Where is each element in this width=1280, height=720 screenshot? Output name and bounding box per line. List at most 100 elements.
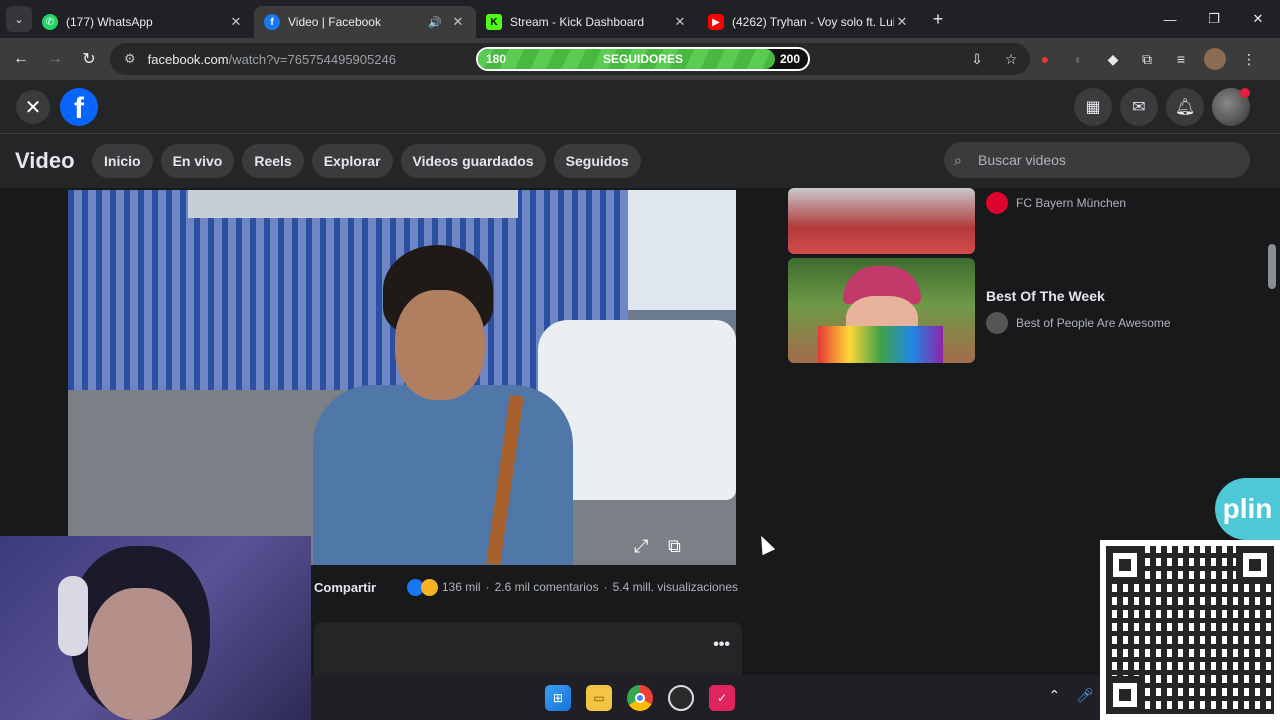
video-person-jacket	[313, 385, 573, 565]
tab-en-vivo[interactable]: En vivo	[160, 144, 235, 178]
extensions-puzzle-icon[interactable]: ⧉	[1136, 48, 1158, 70]
recommended-video[interactable]: Best Of The Week Best of People Are Awes…	[788, 258, 1171, 363]
site-info-icon[interactable]: ⚙	[124, 51, 136, 67]
separator-dot: ·	[485, 580, 490, 594]
reload-icon[interactable]: ↻	[72, 49, 106, 69]
goal-target: 200	[779, 52, 800, 66]
channel-link[interactable]: FC Bayern München	[986, 192, 1126, 214]
tab-explorar[interactable]: Explorar	[311, 144, 393, 178]
video-person	[313, 245, 573, 565]
page-scrollbar[interactable]	[1268, 244, 1276, 289]
tab-title: Stream - Kick Dashboard	[510, 15, 645, 29]
qr-finder-pattern	[1106, 676, 1144, 714]
facebook-logo-icon[interactable]: f	[60, 88, 98, 126]
search-placeholder: Buscar videos	[978, 152, 1066, 168]
extension-gray-icon[interactable]: ◐	[1068, 48, 1090, 70]
chrome-icon[interactable]	[627, 685, 653, 711]
channel-link[interactable]: Best of People Are Awesome	[986, 312, 1171, 334]
thumb-rainbow-shirt	[818, 326, 943, 363]
close-icon[interactable]: ✕	[894, 14, 910, 30]
page-title: Video	[15, 148, 75, 173]
recommended-video[interactable]: FC Bayern München	[788, 178, 1126, 254]
tab-seguidos[interactable]: Seguidos	[553, 144, 641, 178]
video-search-input[interactable]: ⌕ Buscar videos	[944, 142, 1250, 178]
plin-logo: plin	[1215, 478, 1280, 540]
video-title[interactable]: Best Of The Week	[986, 288, 1171, 304]
close-window-icon[interactable]: ✕	[1236, 11, 1280, 27]
tab-title: (4262) Tryhan - Voy solo ft. Luis	[732, 15, 894, 29]
browser-toolbar-icons: ⇩ ☆ ● ◐ ◆ ⧉ ≡ ⋮	[966, 48, 1260, 70]
video-building	[188, 190, 518, 218]
menu-kebab-icon[interactable]: ⋮	[1238, 48, 1260, 70]
extension-red-icon[interactable]: ●	[1034, 48, 1056, 70]
tab-whatsapp[interactable]: ✆ (177) WhatsApp ✕	[32, 6, 254, 38]
channel-avatar-icon	[986, 312, 1008, 334]
profile-avatar-icon[interactable]	[1204, 48, 1226, 70]
comment-count[interactable]: 2.6 mil comentarios	[495, 580, 599, 594]
qr-finder-pattern	[1236, 546, 1274, 584]
app-red-icon[interactable]: ✓	[709, 685, 735, 711]
separator-dot: ·	[603, 580, 608, 594]
tab-youtube[interactable]: ▶ (4262) Tryhan - Voy solo ft. Luis ✕	[698, 6, 920, 38]
file-explorer-icon[interactable]: ▭	[586, 685, 612, 711]
tab-facebook[interactable]: f Video | Facebook 🔊 ✕	[254, 6, 476, 38]
video-player[interactable]: ⤢ ⧉	[68, 190, 736, 565]
tab-reels[interactable]: Reels	[242, 144, 304, 178]
video-thumbnail[interactable]	[788, 188, 975, 254]
minimize-icon[interactable]: —	[1148, 12, 1192, 27]
youtube-icon: ▶	[708, 14, 724, 30]
reaction-count[interactable]: 136 mil	[442, 580, 481, 594]
video-stats-bar: Compartir 136 mil · 2.6 mil comentarios …	[314, 576, 738, 598]
chrome-center	[635, 693, 645, 703]
tab-title: Video | Facebook	[288, 15, 381, 29]
messenger-icon[interactable]: ✉	[1120, 88, 1158, 126]
install-app-icon[interactable]: ⇩	[966, 48, 988, 70]
whatsapp-icon: ✆	[42, 14, 58, 30]
back-arrow-icon[interactable]: ←	[4, 50, 38, 68]
tab-search-button[interactable]: ⌄	[6, 6, 32, 32]
video-person-face	[395, 290, 485, 400]
microphone-icon[interactable]: 🎤︎	[1076, 687, 1094, 704]
restore-icon[interactable]: ❐	[1192, 11, 1236, 27]
tab-videos-guardados[interactable]: Videos guardados	[400, 144, 546, 178]
new-tab-plus-icon[interactable]: +	[926, 9, 950, 30]
webcam-overlay	[0, 536, 311, 720]
more-options-icon[interactable]: •••	[713, 636, 730, 654]
picture-in-picture-icon[interactable]: ⧉	[668, 536, 681, 557]
notifications-bell-icon[interactable]: 🔔︎	[1166, 88, 1204, 126]
forward-arrow-icon[interactable]: →	[38, 50, 72, 68]
channel-name: FC Bayern München	[1016, 196, 1127, 210]
header-actions: ▦ ✉ 🔔︎	[1074, 88, 1250, 126]
facebook-icon: f	[264, 14, 280, 30]
haha-reaction-icon	[420, 578, 438, 596]
windows-taskbar: ⊞ ▭ ✓ ⌃ 🎤︎	[311, 675, 1100, 720]
fullscreen-icon[interactable]: ⤢	[634, 536, 648, 557]
view-count: 5.4 mill. visualizaciones	[612, 580, 738, 594]
close-icon[interactable]: ✕	[16, 90, 50, 124]
post-card: •••	[314, 622, 742, 678]
tab-inicio[interactable]: Inicio	[92, 144, 153, 178]
close-icon[interactable]: ✕	[450, 14, 466, 30]
followers-goal-bar: 180 SEGUIDORES 200	[476, 47, 810, 71]
account-avatar[interactable]	[1212, 88, 1250, 126]
tab-kick[interactable]: K Stream - Kick Dashboard ✕	[476, 6, 698, 38]
search-icon: ⌕	[954, 151, 962, 168]
close-icon[interactable]: ✕	[672, 14, 688, 30]
share-button[interactable]: Compartir	[314, 580, 376, 595]
reaction-icons[interactable]	[406, 578, 438, 596]
bayern-logo-icon	[986, 192, 1008, 214]
media-queue-icon[interactable]: ≡	[1170, 48, 1192, 70]
menu-grid-icon[interactable]: ▦	[1074, 88, 1112, 126]
bookmark-star-icon[interactable]: ☆	[1000, 48, 1022, 70]
extension-shield-icon[interactable]: ◆	[1102, 48, 1124, 70]
tab-title: (177) WhatsApp	[66, 15, 153, 29]
goal-label: SEGUIDORES	[602, 52, 683, 66]
chevron-up-icon[interactable]: ⌃	[1048, 687, 1060, 704]
close-icon[interactable]: ✕	[228, 14, 244, 30]
qr-finder-pattern	[1106, 546, 1144, 584]
kick-icon: K	[486, 14, 502, 30]
windows-start-icon[interactable]: ⊞	[545, 685, 571, 711]
speaker-icon[interactable]: 🔊	[428, 16, 442, 29]
video-thumbnail[interactable]	[788, 258, 975, 363]
obs-icon[interactable]	[668, 685, 694, 711]
